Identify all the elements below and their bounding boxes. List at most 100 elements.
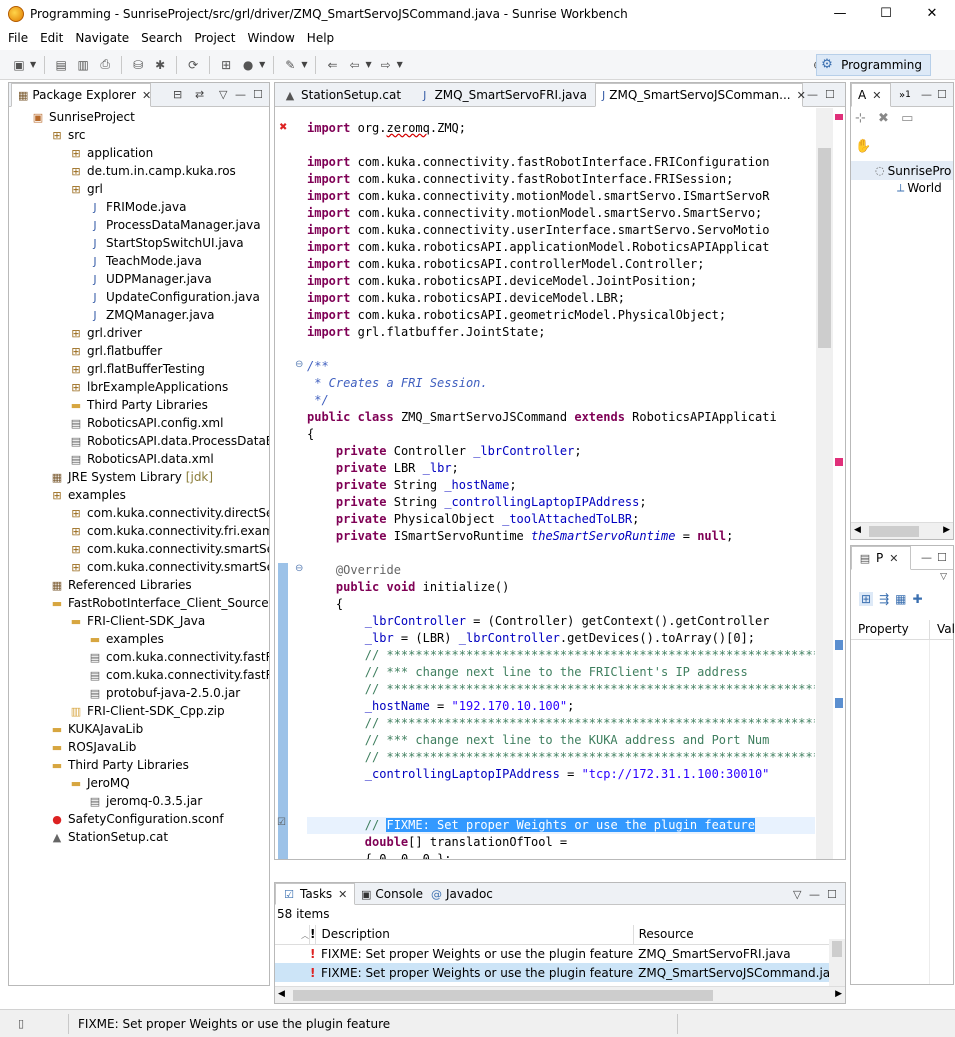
menu-help[interactable]: Help (301, 31, 340, 45)
tree-item[interactable]: ▬ JeroMQ (68, 774, 130, 792)
tree-item[interactable]: ▬ examples (87, 630, 164, 648)
close-tab-icon[interactable]: ✕ (889, 552, 898, 565)
forward-icon[interactable]: ⇨ (377, 56, 395, 74)
fold-icon[interactable]: ⊖ (295, 359, 303, 370)
tab-console[interactable]: ▣ Console (355, 883, 425, 905)
menu-navigate[interactable]: Navigate (69, 31, 135, 45)
code-line[interactable]: private LBR _lbr; (307, 460, 459, 477)
column-priority[interactable]: ! (309, 925, 317, 944)
tree-item[interactable]: ▬ FastRobotInterface_Client_Source (49, 594, 269, 612)
code-line[interactable]: { 0, 0, 0 }; (307, 851, 452, 859)
code-line[interactable]: // *************************************… (307, 715, 815, 732)
menu-window[interactable]: Window (241, 31, 300, 45)
code-line[interactable]: // FIXME: Set proper Weights or use the … (307, 817, 815, 834)
new-class-icon[interactable]: ● (239, 56, 257, 74)
back-dropdown-icon[interactable]: ▼ (365, 60, 371, 69)
close-tab-icon[interactable]: ✕ (797, 89, 806, 102)
fold-icon[interactable]: ⊖ (295, 563, 303, 574)
tree-item[interactable]: ▤ jeromq-0.3.5.jar (87, 792, 203, 810)
tab-javadoc[interactable]: @ Javadoc (425, 883, 495, 905)
column-complete[interactable]: ︿ (275, 925, 310, 944)
code-line[interactable]: import com.kuka.roboticsAPI.applicationM… (307, 239, 769, 256)
menu-search[interactable]: Search (135, 31, 188, 45)
tree-item[interactable]: ⊞ src (49, 126, 85, 144)
menu-project[interactable]: Project (188, 31, 241, 45)
minimize-button[interactable]: — (817, 0, 863, 27)
debug-icon[interactable]: ✱ (151, 56, 169, 74)
code-line[interactable]: _hostName = "192.170.10.100"; (307, 698, 575, 715)
tree-item[interactable]: ▬ Third Party Libraries (68, 396, 208, 414)
tab-overflow[interactable]: » 1 (893, 83, 915, 107)
tree-item[interactable]: ▬ ROSJavaLib (49, 738, 137, 756)
tab-properties[interactable]: ▤ P ✕ (851, 546, 911, 570)
tree-item[interactable]: ⊞ lbrExampleApplications (68, 378, 228, 396)
view-menu-icon[interactable]: ▽ (793, 888, 801, 901)
tree-item[interactable]: ⊞ com.kuka.connectivity.directServo (68, 504, 269, 522)
new-class-dropdown-icon[interactable]: ▼ (259, 60, 265, 69)
tree-item[interactable]: ▬ KUKAJavaLib (49, 720, 143, 738)
outline-horizontal-scrollbar[interactable]: ◀ ▶ (851, 522, 953, 539)
view-menu-icon[interactable]: ▽ (219, 88, 227, 101)
code-line[interactable]: import com.kuka.connectivity.userInterfa… (307, 222, 769, 239)
code-line[interactable]: import com.kuka.roboticsAPI.deviceModel.… (307, 290, 625, 307)
maximize-view-icon[interactable]: ☐ (827, 888, 837, 901)
tree-item[interactable]: ⊞ de.tum.in.camp.kuka.ros (68, 162, 235, 180)
error-overview-marker[interactable] (835, 458, 843, 466)
code-line[interactable]: import com.kuka.connectivity.fastRobotIn… (307, 171, 733, 188)
tree-item[interactable]: ▤ RoboticsAPI.data.xml (68, 450, 214, 468)
code-line[interactable]: public void initialize() (307, 579, 509, 596)
tasks-vertical-scrollbar[interactable] (829, 939, 845, 987)
tree-item[interactable]: J ProcessDataManager.java (87, 216, 260, 234)
code-line[interactable]: */ (307, 392, 328, 409)
scrollbar-thumb[interactable] (293, 990, 713, 1001)
tree-item[interactable]: ▦ JRE System Library [jdk] (49, 468, 213, 486)
collapse-icon[interactable]: ▭ (901, 111, 913, 126)
fast-view-icon[interactable]: ▯ (18, 1017, 34, 1030)
code-line[interactable]: import com.kuka.connectivity.fastRobotIn… (307, 154, 769, 171)
code-line[interactable]: public class ZMQ_SmartServoJSCommand ext… (307, 409, 777, 426)
menu-file[interactable]: File (2, 31, 34, 45)
close-button[interactable]: ✕ (909, 0, 955, 27)
scrollbar-thumb[interactable] (869, 526, 919, 537)
save-all-icon[interactable]: ▥ (74, 56, 92, 74)
maximize-view-icon[interactable]: ☐ (253, 88, 263, 101)
close-tab-icon[interactable]: ✕ (142, 89, 151, 102)
tree-item[interactable]: ▤ com.kuka.connectivity.fastRob (87, 666, 269, 684)
tree-item[interactable]: ▲ StationSetup.cat (49, 828, 168, 846)
collapse-all-icon[interactable]: ⊟ (173, 88, 182, 101)
tree-item[interactable]: J FRIMode.java (87, 198, 186, 216)
code-line[interactable]: _lbrController = (Controller) getContext… (307, 613, 770, 630)
code-editor[interactable]: ✖ ⊖ ⊖ ☑ import org.zeromq.ZMQ; import com… (275, 108, 845, 859)
tree-item[interactable]: J TeachMode.java (87, 252, 202, 270)
forward-dropdown-icon[interactable]: ▼ (397, 60, 403, 69)
code-line[interactable]: import com.kuka.roboticsAPI.deviceModel.… (307, 273, 697, 290)
outline-item-world[interactable]: ⟂ World (897, 181, 942, 195)
tree-item[interactable]: ⊞ application (68, 144, 153, 162)
view-menu-icon[interactable]: ▽ (940, 572, 947, 582)
code-line[interactable]: import com.kuka.roboticsAPI.geometricMod… (307, 307, 726, 324)
close-tab-icon[interactable]: ✕ (338, 888, 347, 901)
tab-tasks[interactable]: ☑ Tasks ✕ (275, 883, 355, 905)
code-line[interactable]: private String _controllingLaptopIPAddre… (307, 494, 647, 511)
editor-vertical-scrollbar[interactable] (816, 108, 833, 859)
tree-item[interactable]: J StartStopSwitchUI.java (87, 234, 243, 252)
last-edit-icon[interactable]: ⇐ (323, 56, 341, 74)
code-line[interactable]: import com.kuka.connectivity.motionModel… (307, 205, 762, 222)
close-tab-icon[interactable]: ✕ (872, 89, 881, 102)
code-line[interactable]: // *************************************… (307, 647, 815, 664)
tree-item[interactable]: ▦ Referenced Libraries (49, 576, 192, 594)
scrollbar-thumb[interactable] (818, 148, 831, 348)
tree-item[interactable]: ▤ protobuf-java-2.5.0.jar (87, 684, 240, 702)
add-frame-icon[interactable]: ⊹ (855, 111, 866, 126)
error-overview-marker[interactable] (835, 114, 843, 120)
tab-zmq-smartservo-fri[interactable]: J ZMQ_SmartServoFRI.java (413, 83, 593, 107)
code-line[interactable]: // *** change next line to the KUKA addr… (307, 732, 770, 749)
outline-item-sunrise[interactable]: ◌ SunrisePro (851, 161, 953, 180)
tree-item[interactable]: J ZMQManager.java (87, 306, 214, 324)
code-line[interactable]: import com.kuka.roboticsAPI.controllerMo… (307, 256, 704, 273)
overview-ruler[interactable] (833, 108, 845, 859)
scrollbar-thumb[interactable] (832, 941, 842, 957)
categories-icon[interactable]: ⊞ (859, 592, 874, 606)
code-line[interactable]: private Controller _lbrController; (307, 443, 582, 460)
tree-item[interactable]: ⊞ examples (49, 486, 126, 504)
